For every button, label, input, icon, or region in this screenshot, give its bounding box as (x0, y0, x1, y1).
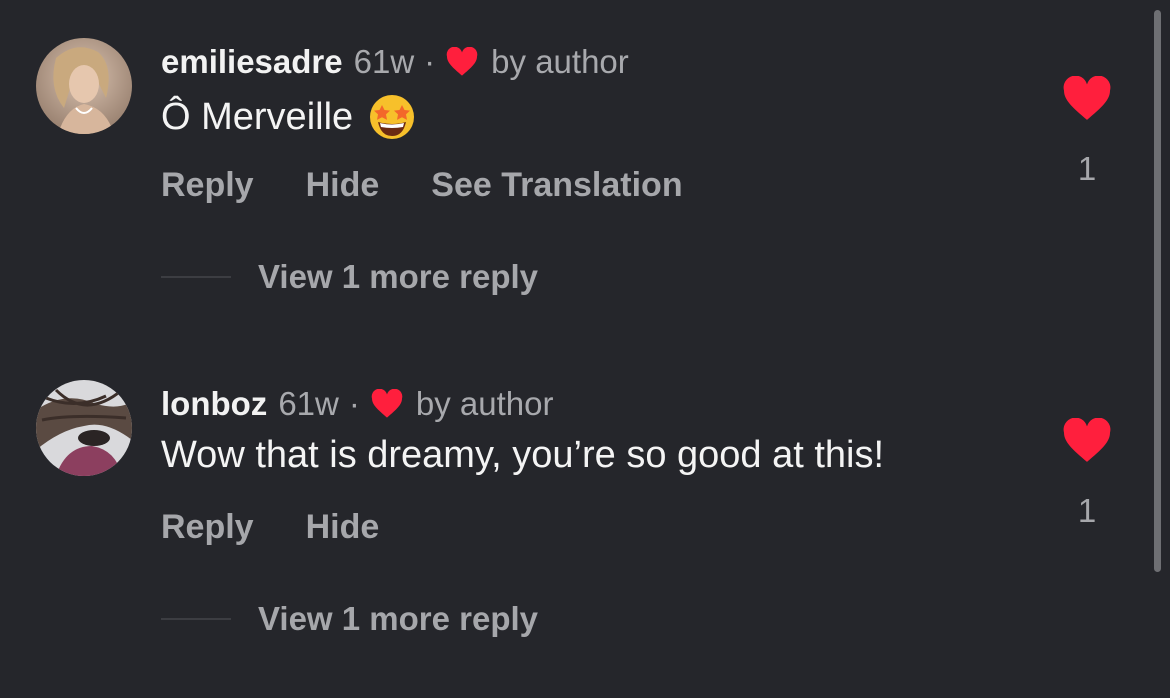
separator-dot: · (348, 385, 360, 422)
like-count: 1 (1077, 150, 1097, 187)
like-heart-icon[interactable] (1061, 417, 1113, 464)
comment-header: emiliesadre 61w · by author (161, 38, 629, 86)
heart-icon (370, 388, 404, 419)
view-more-replies-button[interactable]: View 1 more reply (161, 258, 538, 296)
username[interactable]: emiliesadre (161, 43, 343, 81)
comment-text-row: Ô Merveille (161, 92, 417, 142)
liked-by-author-label: by author (415, 385, 554, 422)
comment-time: 61w (278, 385, 339, 422)
comment-text: Ô Merveille (161, 95, 354, 138)
comment-text: Wow that is dreamy, you’re so good at th… (161, 434, 885, 476)
heart-icon (445, 46, 479, 77)
avatar[interactable] (36, 380, 132, 476)
reply-thread-line (161, 276, 231, 278)
reply-button[interactable]: Reply (161, 508, 254, 547)
view-more-replies-button[interactable]: View 1 more reply (161, 600, 538, 638)
see-translation-button[interactable]: See Translation (431, 166, 682, 205)
scrollbar[interactable] (1154, 10, 1161, 572)
view-more-replies-label: View 1 more reply (258, 600, 539, 637)
comment-text-row: Wow that is dreamy, you’re so good at th… (161, 434, 884, 477)
separator-dot: · (424, 43, 436, 80)
comment-actions: Reply Hide See Translation (161, 166, 683, 205)
reply-thread-line (161, 618, 231, 620)
hide-button[interactable]: Hide (306, 166, 380, 205)
comment-time: 61w (353, 43, 415, 80)
comment-header: lonboz 61w · by author (161, 380, 553, 428)
liked-by-author-label: by author (491, 43, 629, 80)
comments-panel: emiliesadre 61w · by author Ô Merveille (0, 0, 1170, 698)
view-more-replies-label: View 1 more reply (258, 258, 539, 295)
like-count: 1 (1077, 492, 1097, 529)
like-heart-icon[interactable] (1061, 75, 1113, 122)
star-struck-emoji-icon (367, 92, 417, 142)
comment-actions: Reply Hide (161, 508, 379, 547)
hide-button[interactable]: Hide (306, 508, 380, 547)
avatar[interactable] (36, 38, 132, 134)
username[interactable]: lonboz (161, 385, 267, 423)
reply-button[interactable]: Reply (161, 166, 254, 205)
